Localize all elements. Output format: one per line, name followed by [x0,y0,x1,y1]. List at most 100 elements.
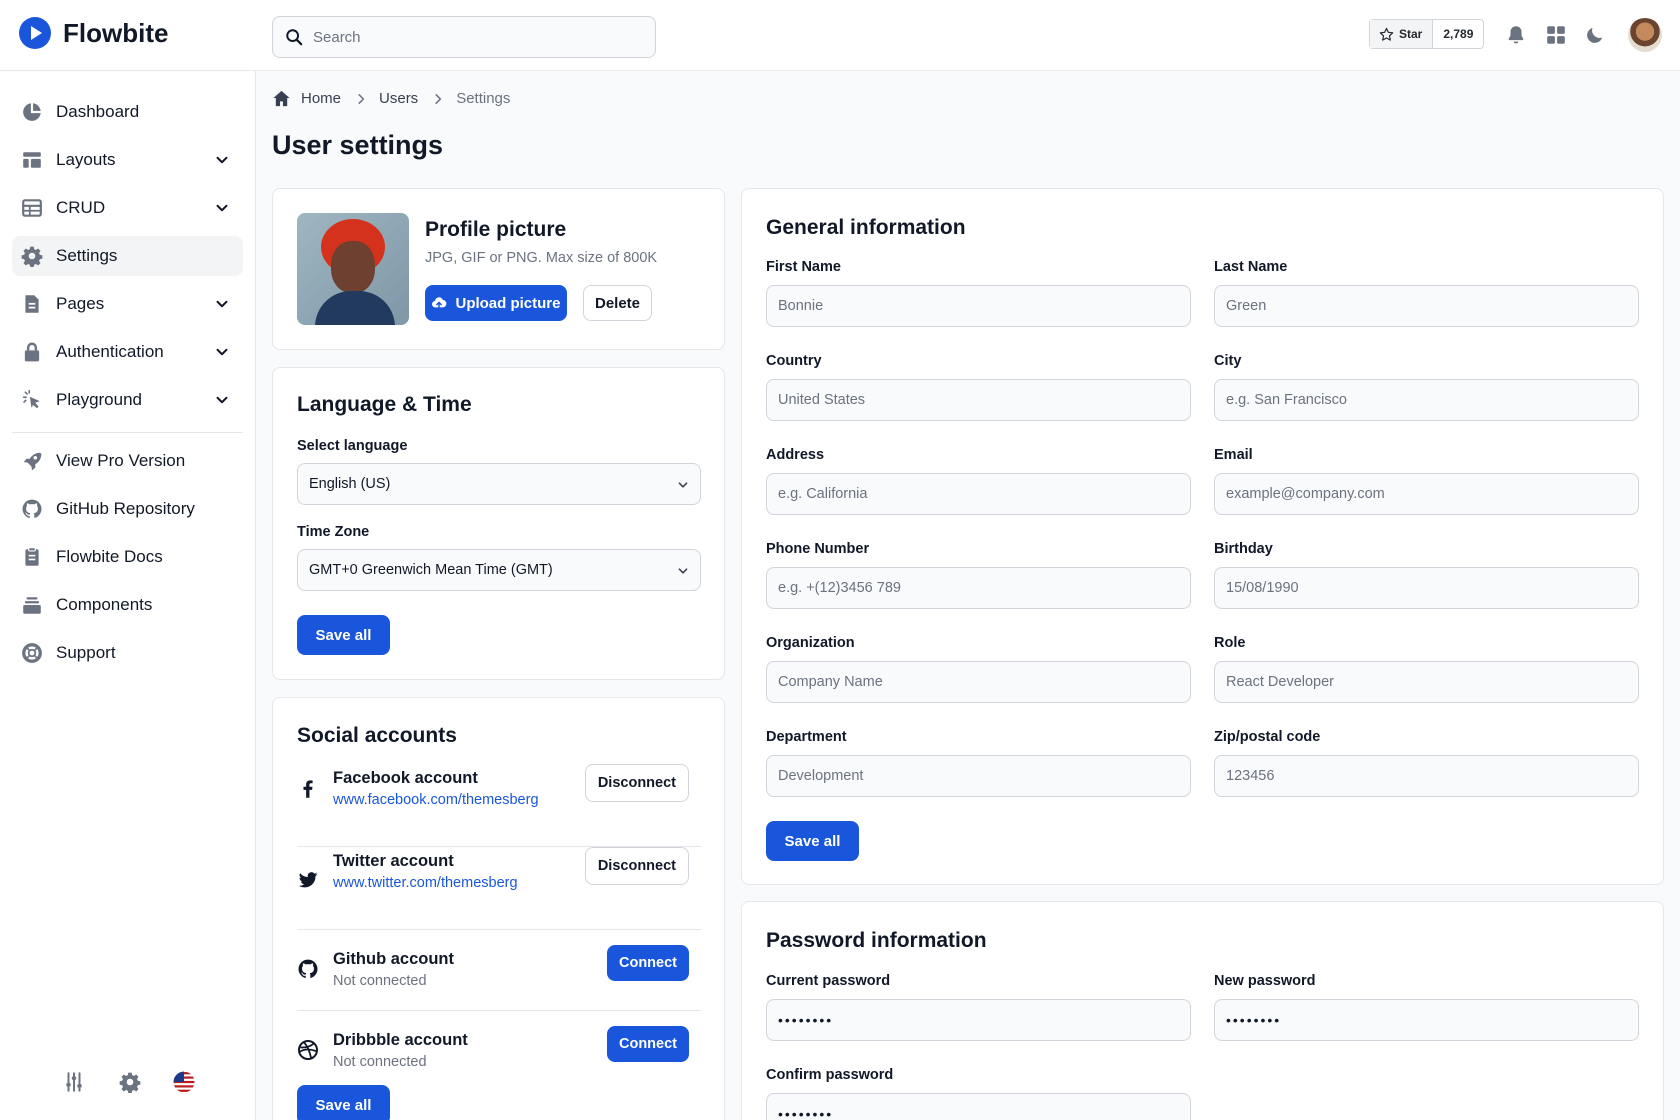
country-field[interactable] [766,379,1191,421]
github-star-button[interactable]: Star [1370,20,1434,48]
sidebar-item-authentication[interactable]: Authentication [12,332,243,372]
lifebuoy-icon [22,643,42,663]
sidebar-item-settings[interactable]: Settings [12,236,243,276]
sidebar-item-crud[interactable]: CRUD [12,188,243,228]
moon-icon[interactable] [1584,24,1606,46]
sidebar-link-flowbite-docs[interactable]: Flowbite Docs [12,537,243,577]
sidebar-link-label: View Pro Version [56,451,186,470]
sidebar-item-layouts[interactable]: Layouts [12,140,243,180]
phone-number-field[interactable] [766,567,1191,609]
email-field[interactable] [1214,473,1639,515]
new-password-field[interactable] [1214,999,1639,1041]
role-label: Role [1214,635,1246,651]
language-select[interactable]: English (US) [297,463,701,505]
country-input[interactable] [767,380,1190,420]
top-navbar: Flowbite Star 2,789 [0,0,1680,71]
city-field[interactable] [1214,379,1639,421]
language-save-all-button[interactable]: Save all [297,615,390,655]
role-input[interactable] [1215,662,1638,702]
current-password-input[interactable] [767,1000,1190,1040]
email-label: Email [1214,447,1253,463]
sidebar-item-playground[interactable]: Playground [12,380,243,420]
address-input[interactable] [767,474,1190,514]
social-save-all-button[interactable]: Save all [297,1085,390,1120]
sidebar-item-label: Settings [56,246,118,265]
sidebar-item-pages[interactable]: Pages [12,284,243,324]
zip-code-input[interactable] [1215,756,1638,796]
social-accounts-card: Social accounts Facebook account www.fac… [272,697,725,1120]
email-input[interactable] [1215,474,1638,514]
sidebar-link-label: Flowbite Docs [56,547,163,566]
sidebar-item-label: Playground [56,390,143,409]
breadcrumb-users[interactable]: Users [379,90,418,107]
confirm-password-input[interactable] [767,1094,1190,1120]
last-name-input[interactable] [1215,286,1638,326]
department-field[interactable] [766,755,1191,797]
sidebar-item-label: Layouts [56,150,116,169]
upload-picture-label: Upload picture [455,294,561,312]
github-connect-button[interactable]: Connect [607,945,689,981]
sidebar-item-dashboard[interactable]: Dashboard [12,92,243,132]
search-icon [286,29,303,46]
delete-picture-button[interactable]: Delete [583,285,652,321]
time-zone-select[interactable]: GMT+0 Greenwich Mean Time (GMT) [297,549,701,591]
breadcrumb-home[interactable]: Home [301,90,341,107]
chevron-down-icon [216,204,228,212]
gear-icon[interactable] [119,1071,141,1093]
us-flag-icon[interactable] [173,1071,195,1093]
app-logo[interactable]: Flowbite [19,17,168,49]
organization-input[interactable] [767,662,1190,702]
password-information-card: Password information Current password Ne… [741,901,1664,1120]
sidebar-link-github-repository[interactable]: GitHub Repository [12,489,243,529]
chevron-down-icon [216,156,228,164]
twitter-disconnect-button[interactable]: Disconnect [584,847,689,885]
bell-icon[interactable] [1505,24,1527,46]
current-password-field[interactable] [766,999,1191,1041]
new-password-input[interactable] [1215,1000,1638,1040]
birthday-label: Birthday [1214,541,1273,557]
confirm-password-field[interactable] [766,1093,1191,1120]
adjustments-icon[interactable] [63,1071,85,1093]
sidebar-item-label: Dashboard [56,102,140,121]
general-save-all-button[interactable]: Save all [766,821,859,861]
dribbble-connect-button[interactable]: Connect [607,1026,689,1062]
facebook-icon [303,780,313,798]
first-name-input[interactable] [767,286,1190,326]
search-input[interactable] [313,28,633,46]
clipboard-icon [25,547,39,566]
sidebar-item-label: CRUD [56,198,106,217]
role-field[interactable] [1214,661,1639,703]
city-input[interactable] [1215,380,1638,420]
birthday-input[interactable] [1215,568,1638,608]
user-avatar[interactable] [1628,18,1662,52]
github-star-count[interactable]: 2,789 [1433,20,1483,48]
sidebar-link-components[interactable]: Components [12,585,243,625]
sidebar-link-pro-version[interactable]: View Pro Version [12,441,243,481]
chevron-right-icon [358,93,365,104]
first-name-field[interactable] [766,285,1191,327]
rocket-icon [23,452,42,471]
last-name-field[interactable] [1214,285,1639,327]
time-zone-label: Time Zone [297,524,370,540]
language-select-value: English (US) [309,476,391,492]
facebook-disconnect-button[interactable]: Disconnect [584,764,689,802]
address-field[interactable] [766,473,1191,515]
birthday-field[interactable] [1214,567,1639,609]
apps-grid-icon[interactable] [1545,24,1567,46]
profile-picture-card: Profile picture JPG, GIF or PNG. Max siz… [272,188,725,350]
social-account-name: Dribbble account [333,1031,468,1049]
phone-number-input[interactable] [767,568,1190,608]
social-account-link[interactable]: www.facebook.com/themesberg [333,792,539,808]
chevron-down-icon [678,482,688,488]
search-box[interactable] [272,16,656,58]
department-input[interactable] [767,756,1190,796]
social-account-name: Twitter account [333,852,454,870]
organization-field[interactable] [766,661,1191,703]
language-time-title: Language & Time [297,393,472,416]
sidebar-link-support[interactable]: Support [12,633,243,673]
upload-picture-button[interactable]: Upload picture [425,285,567,321]
phone-number-label: Phone Number [766,541,870,557]
home-icon[interactable] [272,89,291,108]
social-account-link[interactable]: www.twitter.com/themesberg [333,875,518,891]
zip-code-field[interactable] [1214,755,1639,797]
